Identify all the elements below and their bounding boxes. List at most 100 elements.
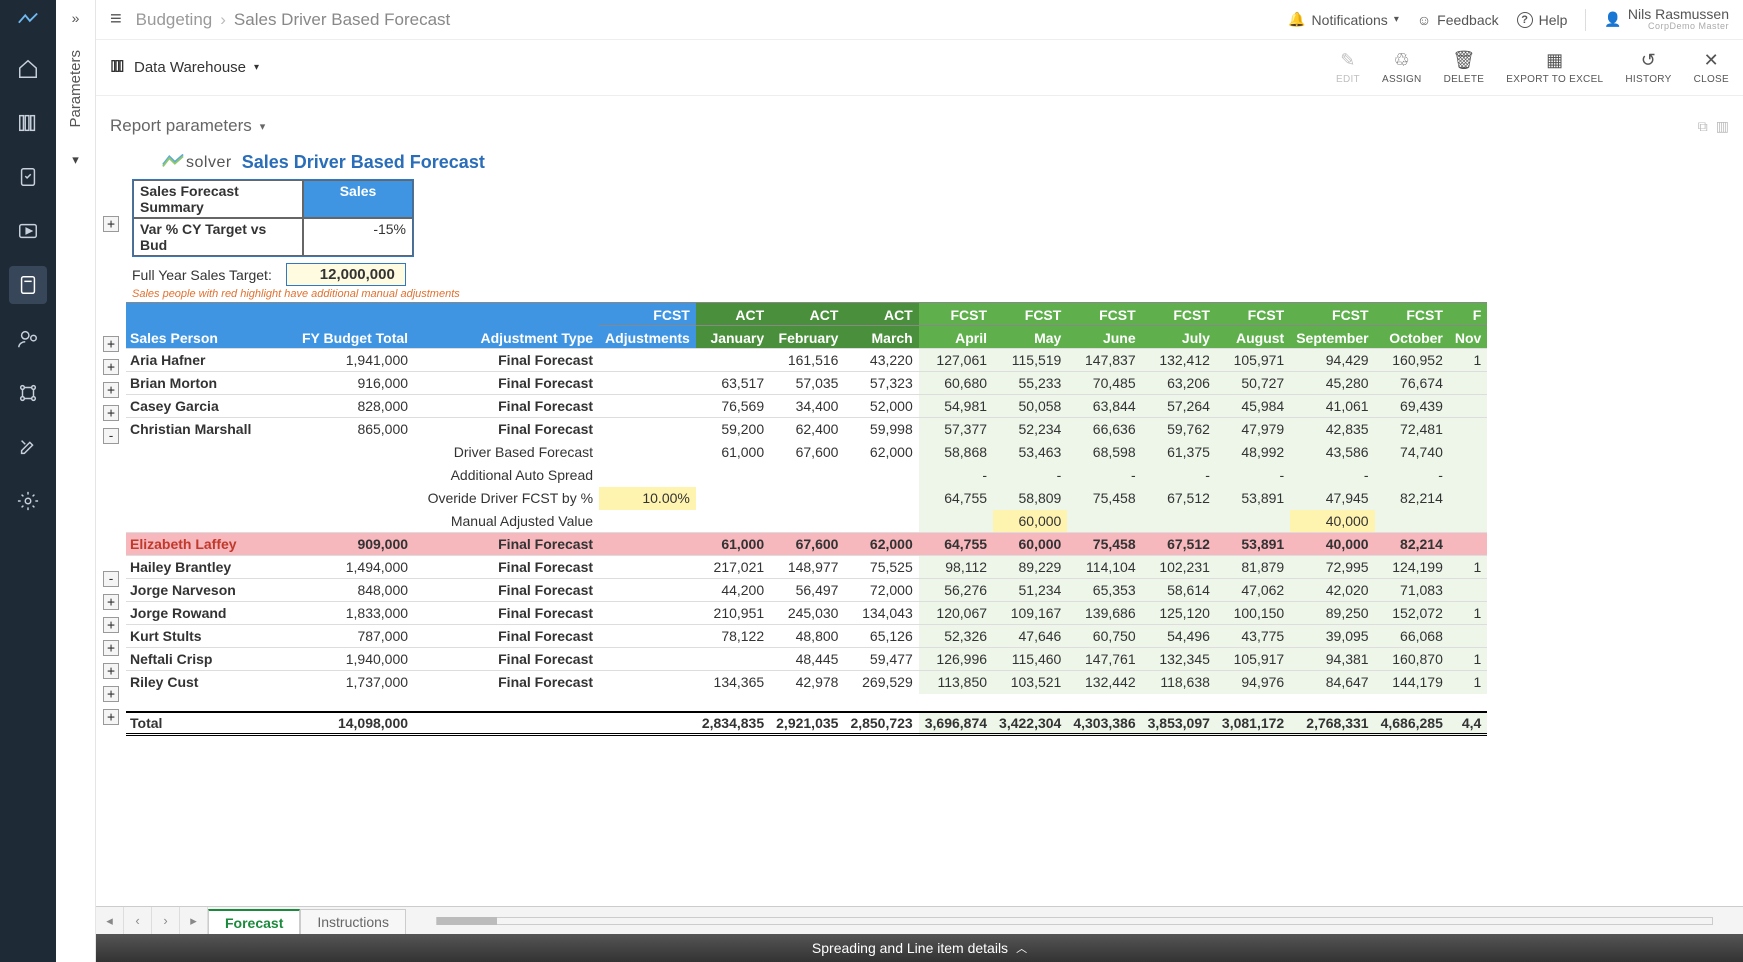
variance-value: -15% <box>303 218 413 256</box>
table-row[interactable]: Driver Based Forecast61,00067,60062,0005… <box>126 441 1487 464</box>
table-row[interactable]: Casey Garcia828,000Final Forecast76,5693… <box>126 395 1487 418</box>
row-toggle[interactable]: + <box>103 594 119 610</box>
chevron-down-icon: ▾ <box>260 120 266 133</box>
forecast-grid[interactable]: Sales Person FY Budget Total Adjustment … <box>126 302 1487 736</box>
crumb-current: Sales Driver Based Forecast <box>234 10 450 30</box>
close-action[interactable]: ✕CLOSE <box>1694 50 1729 85</box>
crumb-root[interactable]: Budgeting <box>136 10 213 30</box>
grid-icon[interactable]: ▥ <box>1716 118 1729 135</box>
table-row[interactable]: Aria Hafner1,941,000Final Forecast161,51… <box>126 349 1487 372</box>
footer-expander[interactable]: Spreading and Line item details ︿ <box>96 934 1743 962</box>
datasource-dropdown[interactable]: Data Warehouse ▾ <box>110 58 259 78</box>
table-row[interactable]: Jorge Narveson848,000Final Forecast44,20… <box>126 579 1487 602</box>
table-row[interactable]: Riley Cust1,737,000Final Forecast134,365… <box>126 671 1487 694</box>
total-row: Total14,098,0002,834,8352,921,0352,850,7… <box>126 712 1487 735</box>
row-toggle[interactable]: + <box>103 336 119 352</box>
popout-icon[interactable]: ⧉ <box>1698 118 1708 135</box>
parameters-rail: » Parameters ▾ <box>56 0 96 962</box>
action-bar: Data Warehouse ▾ ✎EDIT ♲ASSIGN 🗑DELETE ▦… <box>96 40 1743 96</box>
trash-icon: 🗑 <box>1452 50 1475 70</box>
row-toggle[interactable]: + <box>103 382 119 398</box>
notifications-menu[interactable]: 🔔 Notifications ▾ <box>1288 11 1399 28</box>
filter-icon[interactable]: ▾ <box>72 152 79 168</box>
row-toggle[interactable]: + <box>103 640 119 656</box>
solver-logo: solver <box>162 153 232 172</box>
assign-icon: ♲ <box>1394 50 1410 70</box>
help-link[interactable]: ? Help <box>1517 12 1568 28</box>
nav-library[interactable] <box>9 104 47 142</box>
tab-instructions[interactable]: Instructions <box>300 909 406 934</box>
table-row[interactable]: Additional Auto Spread------- <box>126 464 1487 487</box>
row-toggle[interactable]: + <box>103 405 119 421</box>
divider <box>1585 9 1586 31</box>
nav-flow[interactable] <box>9 374 47 412</box>
main: ≡ Budgeting › Sales Driver Based Forecas… <box>96 0 1743 962</box>
nav-play[interactable] <box>9 212 47 250</box>
nav-tasks[interactable] <box>9 158 47 196</box>
nav-calculator[interactable] <box>9 266 47 304</box>
row-toggle[interactable]: + <box>103 709 119 725</box>
table-row[interactable]: Kurt Stults787,000Final Forecast78,12248… <box>126 625 1487 648</box>
nav-home[interactable] <box>9 50 47 88</box>
nav-rail <box>0 0 56 962</box>
highlight-note: Sales people with red highlight have add… <box>132 288 1733 300</box>
row-toggle[interactable]: + <box>103 359 119 375</box>
delete-action[interactable]: 🗑DELETE <box>1444 50 1485 85</box>
row-toggle[interactable]: - <box>103 571 119 587</box>
tab-nav-next[interactable]: › <box>152 907 180 934</box>
user-icon: 👤 <box>1604 11 1621 28</box>
report-title: Sales Driver Based Forecast <box>242 152 485 173</box>
row-toggle[interactable]: + <box>103 617 119 633</box>
tab-nav-first[interactable]: ◂ <box>96 907 124 934</box>
sheet-tabs: ◂ ‹ › ▸ Forecast Instructions <box>96 906 1743 934</box>
user-menu[interactable]: 👤 Nils Rasmussen CorpDemo Master <box>1604 7 1729 32</box>
history-action[interactable]: ↺HISTORY <box>1625 50 1671 85</box>
table-row[interactable]: Hailey Brantley1,494,000Final Forecast21… <box>126 556 1487 579</box>
table-row[interactable]: Christian Marshall865,000Final Forecast5… <box>126 418 1487 441</box>
tab-nav-last[interactable]: ▸ <box>180 907 208 934</box>
chevron-up-icon: ︿ <box>1016 940 1027 956</box>
help-icon: ? <box>1517 12 1533 28</box>
table-row[interactable]: Elizabeth Laffey909,000Final Forecast61,… <box>126 533 1487 556</box>
bell-icon: 🔔 <box>1288 11 1305 28</box>
tab-nav-prev[interactable]: ‹ <box>124 907 152 934</box>
history-icon: ↺ <box>1641 50 1656 70</box>
target-input[interactable]: 12,000,000 <box>286 263 406 286</box>
export-excel-action[interactable]: ▦EXPORT TO EXCEL <box>1506 50 1603 85</box>
chevron-down-icon: ▾ <box>254 62 259 73</box>
nav-settings[interactable] <box>9 482 47 520</box>
feedback-link[interactable]: ☺ Feedback <box>1417 12 1499 28</box>
nav-users[interactable] <box>9 320 47 358</box>
horizontal-scrollbar[interactable] <box>406 907 1743 934</box>
report-params-dropdown[interactable]: Report parameters ▾ ⧉ ▥ <box>96 96 1743 146</box>
row-toggle-gutter: + + + + + - - + + + + + + <box>96 146 126 906</box>
table-row[interactable]: Neftali Crisp1,940,000Final Forecast48,4… <box>126 648 1487 671</box>
table-row[interactable]: Overide Driver FCST by %10.00%64,75558,8… <box>126 487 1487 510</box>
chevron-down-icon: ▾ <box>1394 14 1399 25</box>
smile-icon: ☺ <box>1417 12 1431 28</box>
pencil-icon: ✎ <box>1340 50 1355 70</box>
topbar: ≡ Budgeting › Sales Driver Based Forecas… <box>96 0 1743 40</box>
tab-forecast[interactable]: Forecast <box>208 909 300 934</box>
summary-box: Sales Forecast Summary Sales Var % CY Ta… <box>132 179 414 257</box>
row-toggle[interactable]: + <box>103 663 119 679</box>
assign-action[interactable]: ♲ASSIGN <box>1382 50 1422 85</box>
parameters-label: Parameters <box>67 50 84 128</box>
table-row[interactable]: Jorge Rowand1,833,000Final Forecast210,9… <box>126 602 1487 625</box>
crumb-sep-icon: › <box>220 10 226 30</box>
expand-section[interactable]: + <box>103 216 119 232</box>
expand-params-icon[interactable]: » <box>72 10 80 26</box>
database-icon <box>110 58 126 78</box>
close-icon: ✕ <box>1704 50 1719 70</box>
table-row[interactable]: Manual Adjusted Value60,00040,000 <box>126 510 1487 533</box>
row-toggle[interactable]: + <box>103 686 119 702</box>
hamburger-icon[interactable]: ≡ <box>110 8 122 31</box>
app-logo <box>12 8 44 30</box>
breadcrumb: Budgeting › Sales Driver Based Forecast <box>136 10 451 30</box>
row-toggle[interactable]: - <box>103 428 119 444</box>
nav-tools[interactable] <box>9 428 47 466</box>
excel-icon: ▦ <box>1546 50 1563 70</box>
table-row[interactable]: Brian Morton916,000Final Forecast63,5175… <box>126 372 1487 395</box>
report-area: + + + + + - - + + + + + + solver Sales Driver Based… <box>96 146 1743 906</box>
edit-action: ✎EDIT <box>1336 50 1360 85</box>
